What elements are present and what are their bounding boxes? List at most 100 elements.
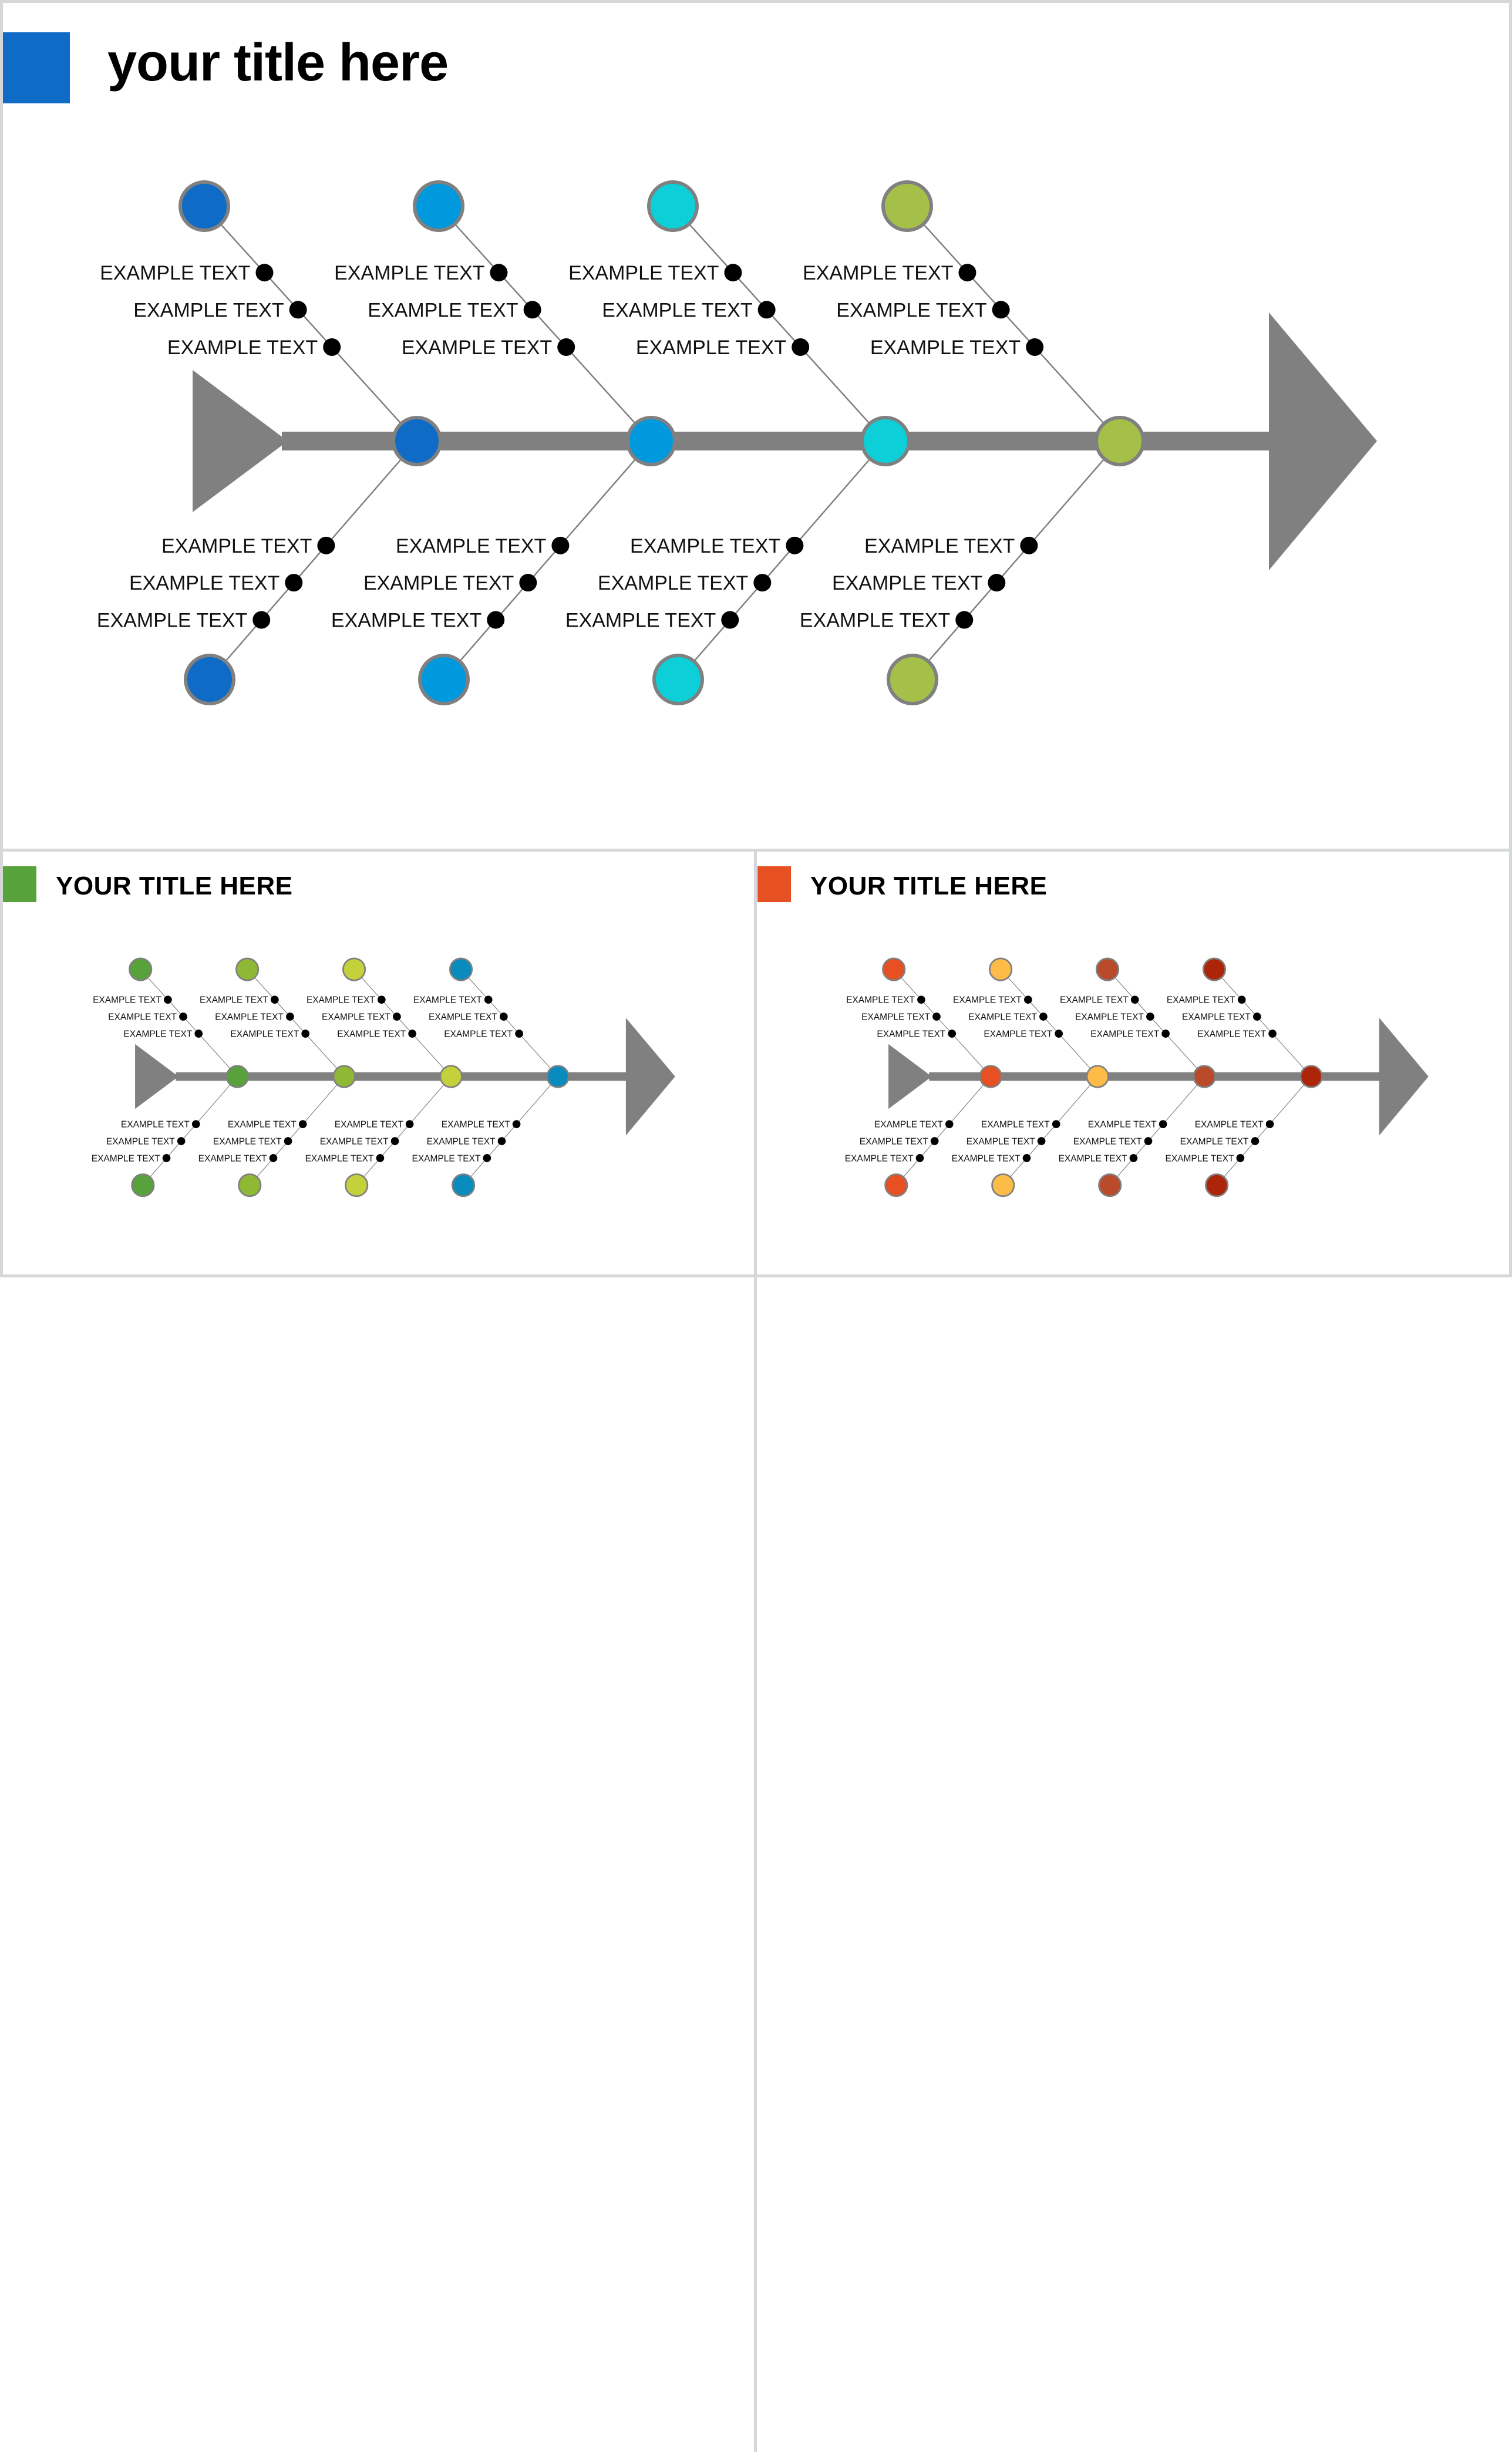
category-circle-top bbox=[179, 180, 230, 232]
cause-dot bbox=[487, 611, 505, 629]
spine-node bbox=[225, 1065, 249, 1088]
spine-node bbox=[1299, 1065, 1323, 1088]
cause-dot bbox=[557, 338, 575, 356]
cause-dot bbox=[1146, 1013, 1154, 1021]
cause-dot bbox=[1265, 1120, 1274, 1128]
category-circle-top bbox=[129, 957, 153, 981]
green-tail-triangle bbox=[135, 1044, 179, 1109]
cause-dot bbox=[289, 301, 307, 319]
top-bone-line bbox=[1000, 969, 1098, 1077]
orange-tail-triangle bbox=[888, 1044, 932, 1109]
cause-dot bbox=[393, 1013, 401, 1021]
cause-dot bbox=[1268, 1030, 1277, 1038]
category-circle-bottom bbox=[184, 654, 235, 705]
top-bone-line bbox=[460, 969, 558, 1077]
spine-node bbox=[1193, 1065, 1216, 1088]
cause-dot bbox=[284, 1137, 292, 1145]
bottom-bone-line bbox=[895, 1076, 991, 1186]
cause-label: EXAMPLE TEXT bbox=[846, 995, 915, 1005]
cause-label: EXAMPLE TEXT bbox=[97, 610, 247, 632]
cause-dot bbox=[753, 574, 772, 592]
cause-dot bbox=[484, 995, 493, 1004]
bottom-bone-line bbox=[1109, 1076, 1205, 1186]
cause-label: EXAMPLE TEXT bbox=[602, 299, 752, 321]
cause-dot bbox=[1237, 995, 1246, 1004]
cause-label: EXAMPLE TEXT bbox=[1167, 995, 1235, 1005]
cause-label: EXAMPLE TEXT bbox=[845, 1153, 914, 1163]
cause-label: EXAMPLE TEXT bbox=[322, 1012, 390, 1022]
cause-dot bbox=[1026, 338, 1044, 356]
cause-dot bbox=[162, 1153, 171, 1162]
cause-dot bbox=[323, 338, 341, 356]
top-bone-line bbox=[247, 969, 345, 1077]
cause-label: EXAMPLE TEXT bbox=[402, 337, 552, 359]
cause-dot bbox=[483, 1153, 491, 1162]
cause-label: EXAMPLE TEXT bbox=[861, 1012, 930, 1022]
cause-label: EXAMPLE TEXT bbox=[1090, 1029, 1159, 1039]
green-fishbone-diagram: EXAMPLE TEXT EXAMPLE TEXT EXAMPLE TEXT EXAM… bbox=[92, 957, 675, 1198]
cause-dot bbox=[915, 1153, 924, 1162]
cause-dot bbox=[1039, 1013, 1048, 1021]
main-arrow-head bbox=[1269, 312, 1377, 570]
cause-label: EXAMPLE TEXT bbox=[331, 610, 481, 632]
bottom-bone-line bbox=[1002, 1076, 1098, 1186]
cause-label: EXAMPLE TEXT bbox=[598, 572, 748, 594]
cause-dot bbox=[285, 574, 303, 592]
cause-label: EXAMPLE TEXT bbox=[1060, 995, 1129, 1005]
cause-label: EXAMPLE TEXT bbox=[1182, 1012, 1251, 1022]
cause-label: EXAMPLE TEXT bbox=[320, 1136, 389, 1146]
cause-dot bbox=[179, 1013, 187, 1021]
cause-dot bbox=[523, 301, 541, 319]
cause-label: EXAMPLE TEXT bbox=[106, 1136, 175, 1146]
cause-dot bbox=[408, 1030, 416, 1038]
cause-dot bbox=[786, 536, 804, 554]
cause-dot bbox=[1022, 1153, 1031, 1162]
top-bone-line bbox=[353, 969, 452, 1077]
cause-label: EXAMPLE TEXT bbox=[92, 1153, 160, 1163]
cause-label: EXAMPLE TEXT bbox=[215, 1012, 284, 1022]
cause-dot bbox=[269, 1153, 278, 1162]
bottom-bone-line bbox=[356, 1076, 452, 1186]
cause-dot bbox=[1055, 1030, 1063, 1038]
category-circle-bottom bbox=[991, 1173, 1015, 1198]
cause-dot bbox=[917, 995, 925, 1004]
cause-dot bbox=[252, 611, 271, 629]
cause-label: EXAMPLE TEXT bbox=[363, 572, 514, 594]
cause-label: EXAMPLE TEXT bbox=[968, 1012, 1037, 1022]
category-circle-top bbox=[449, 957, 473, 981]
cause-label: EXAMPLE TEXT bbox=[860, 1136, 928, 1146]
cause-label: EXAMPLE TEXT bbox=[230, 1029, 299, 1039]
cause-dot bbox=[194, 1030, 203, 1038]
spine-node bbox=[1095, 416, 1145, 466]
category-circle-bottom bbox=[887, 654, 938, 705]
cause-label: EXAMPLE TEXT bbox=[334, 262, 484, 284]
cause-label: EXAMPLE TEXT bbox=[228, 1120, 297, 1130]
cause-label: EXAMPLE TEXT bbox=[1197, 1029, 1266, 1039]
bottom-bone-line bbox=[249, 1076, 345, 1186]
cause-dot bbox=[497, 1137, 506, 1145]
cause-dot bbox=[551, 536, 570, 554]
cause-dot bbox=[519, 574, 537, 592]
cause-label: EXAMPLE TEXT bbox=[870, 337, 1021, 359]
cause-label: EXAMPLE TEXT bbox=[335, 1120, 403, 1130]
cause-dot bbox=[1159, 1120, 1167, 1128]
cause-label: EXAMPLE TEXT bbox=[864, 535, 1015, 557]
category-circle-bottom bbox=[238, 1173, 262, 1198]
cause-dot bbox=[955, 611, 974, 629]
bottom-bone-line bbox=[443, 440, 652, 680]
cause-dot bbox=[376, 1153, 385, 1162]
category-circle-top bbox=[413, 180, 464, 232]
cause-dot bbox=[792, 338, 810, 356]
cause-label: EXAMPLE TEXT bbox=[129, 572, 279, 594]
cause-label: EXAMPLE TEXT bbox=[444, 1029, 513, 1039]
cause-label: EXAMPLE TEXT bbox=[981, 1120, 1050, 1130]
orange-fishbone-diagram: EXAMPLE TEXT EXAMPLE TEXT EXAMPLE TEXT EXAM… bbox=[845, 957, 1429, 1198]
cause-label: EXAMPLE TEXT bbox=[412, 1153, 481, 1163]
category-circle-bottom bbox=[345, 1173, 369, 1198]
cause-dot bbox=[298, 1120, 307, 1128]
spine-node bbox=[546, 1065, 570, 1088]
cause-label: EXAMPLE TEXT bbox=[93, 995, 161, 1005]
cause-dot bbox=[932, 1013, 941, 1021]
cause-label: EXAMPLE TEXT bbox=[305, 1153, 374, 1163]
cause-label: EXAMPLE TEXT bbox=[123, 1029, 192, 1039]
